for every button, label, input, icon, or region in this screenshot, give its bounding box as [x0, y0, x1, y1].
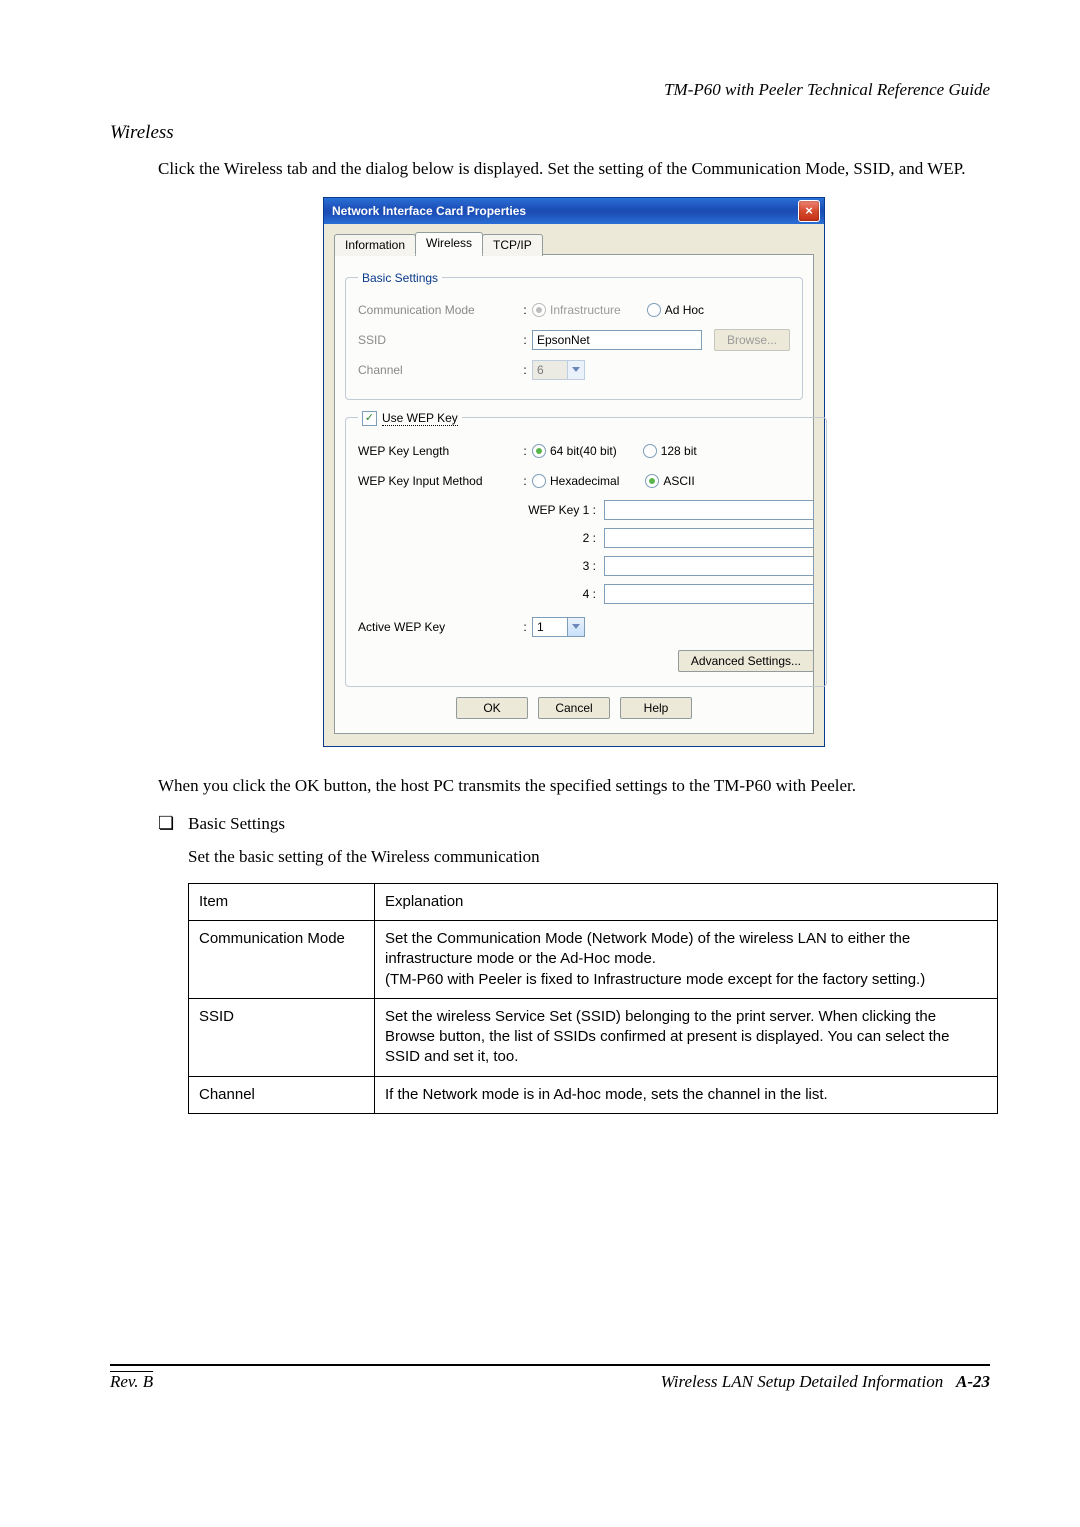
table-cell-item: Channel [189, 1076, 375, 1113]
tab-strip: Information Wireless TCP/IP [334, 232, 814, 255]
basic-settings-group: Basic Settings Communication Mode : Infr… [345, 271, 803, 400]
channel-select[interactable]: 6 [532, 360, 585, 380]
dialog-titlebar: Network Interface Card Properties × [324, 198, 824, 224]
page-footer: Rev. B Wireless LAN Setup Detailed Infor… [110, 1364, 990, 1392]
wep-key4-label: 4 : [518, 587, 604, 601]
footer-right: Wireless LAN Setup Detailed Information … [661, 1372, 990, 1392]
wep-key2-label: 2 : [518, 531, 604, 545]
table-cell-item: Communication Mode [189, 921, 375, 999]
channel-value: 6 [533, 363, 567, 377]
table-row: SSID Set the wireless Service Set (SSID)… [189, 998, 998, 1076]
tab-wireless[interactable]: Wireless [415, 232, 483, 255]
close-icon[interactable]: × [798, 200, 820, 222]
checkbox-icon [362, 411, 377, 426]
channel-label: Channel [358, 363, 518, 377]
radio-dot-icon [645, 474, 659, 488]
colon: : [518, 620, 532, 634]
cancel-button[interactable]: Cancel [538, 697, 610, 719]
browse-button[interactable]: Browse... [714, 329, 790, 351]
radio-ascii-label: ASCII [663, 474, 694, 488]
radio-128bit-label: 128 bit [661, 444, 697, 458]
radio-64bit-label: 64 bit(40 bit) [550, 444, 617, 458]
radio-dot-icon [647, 303, 661, 317]
intro-paragraph: Click the Wireless tab and the dialog be… [158, 158, 990, 181]
wep-key2-input[interactable] [604, 528, 814, 548]
wep-key1-input[interactable] [604, 500, 814, 520]
radio-infrastructure-label: Infrastructure [550, 303, 621, 317]
basic-settings-bullet: Basic Settings [188, 814, 285, 834]
radio-infrastructure[interactable]: Infrastructure [532, 303, 621, 317]
radio-dot-icon [643, 444, 657, 458]
tab-tcpip[interactable]: TCP/IP [482, 234, 543, 256]
wep-key4-input[interactable] [604, 584, 814, 604]
table-cell-expl: If the Network mode is in Ad-hoc mode, s… [375, 1076, 998, 1113]
radio-dot-icon [532, 474, 546, 488]
wep-key3-input[interactable] [604, 556, 814, 576]
table-header-row: Item Explanation [189, 883, 998, 920]
colon: : [518, 303, 532, 317]
use-wep-checkbox[interactable]: Use WEP Key [362, 411, 458, 426]
section-heading: Wireless [110, 122, 990, 144]
basic-settings-table: Item Explanation Communication Mode Set … [188, 883, 998, 1114]
colon: : [518, 333, 532, 347]
help-button[interactable]: Help [620, 697, 692, 719]
tab-information[interactable]: Information [334, 234, 416, 256]
ssid-label: SSID [358, 333, 518, 347]
advanced-settings-button[interactable]: Advanced Settings... [678, 650, 814, 672]
radio-ascii[interactable]: ASCII [645, 474, 694, 488]
dialog-title: Network Interface Card Properties [332, 204, 526, 218]
radio-hex-label: Hexadecimal [550, 474, 619, 488]
nic-properties-dialog: Network Interface Card Properties × Info… [323, 197, 825, 747]
colon: : [518, 363, 532, 377]
bullet-icon: ❏ [158, 814, 174, 834]
wep-key1-label: WEP Key 1 : [518, 503, 604, 517]
table-cell-expl: Set the Communication Mode (Network Mode… [375, 921, 998, 999]
colon: : [518, 474, 532, 488]
radio-hex[interactable]: Hexadecimal [532, 474, 619, 488]
ok-button[interactable]: OK [456, 697, 528, 719]
active-wep-select[interactable]: 1 [532, 617, 585, 637]
radio-128bit[interactable]: 128 bit [643, 444, 697, 458]
ssid-input[interactable] [532, 330, 702, 350]
wep-group: Use WEP Key WEP Key Length : 64 bit(40 b… [345, 410, 827, 687]
table-cell-expl: Set the wireless Service Set (SSID) belo… [375, 998, 998, 1076]
chevron-down-icon [567, 618, 584, 636]
active-wep-label: Active WEP Key [358, 620, 518, 634]
radio-dot-icon [532, 303, 546, 317]
basic-settings-legend: Basic Settings [358, 271, 442, 285]
radio-adhoc[interactable]: Ad Hoc [647, 303, 704, 317]
table-header-explanation: Explanation [375, 883, 998, 920]
doc-guide-title: TM-P60 with Peeler Technical Reference G… [110, 80, 990, 100]
active-wep-value: 1 [533, 620, 567, 634]
wep-key3-label: 3 : [518, 559, 604, 573]
footer-section-label: Wireless LAN Setup Detailed Information [661, 1372, 944, 1391]
table-header-item: Item [189, 883, 375, 920]
basic-settings-subtext: Set the basic setting of the Wireless co… [188, 846, 990, 869]
after-dialog-paragraph: When you click the OK button, the host P… [158, 775, 990, 798]
radio-64bit[interactable]: 64 bit(40 bit) [532, 444, 617, 458]
colon: : [518, 444, 532, 458]
footer-page-number: A-23 [956, 1372, 990, 1391]
footer-revision: Rev. B [110, 1372, 153, 1392]
radio-adhoc-label: Ad Hoc [665, 303, 704, 317]
table-row: Communication Mode Set the Communication… [189, 921, 998, 999]
table-cell-item: SSID [189, 998, 375, 1076]
wep-input-method-label: WEP Key Input Method [358, 474, 518, 488]
use-wep-label: Use WEP Key [382, 411, 458, 426]
chevron-down-icon [567, 361, 584, 379]
wep-length-label: WEP Key Length [358, 444, 518, 458]
comm-mode-label: Communication Mode [358, 303, 518, 317]
tab-panel-wireless: Basic Settings Communication Mode : Infr… [334, 254, 814, 734]
radio-dot-icon [532, 444, 546, 458]
table-row: Channel If the Network mode is in Ad-hoc… [189, 1076, 998, 1113]
